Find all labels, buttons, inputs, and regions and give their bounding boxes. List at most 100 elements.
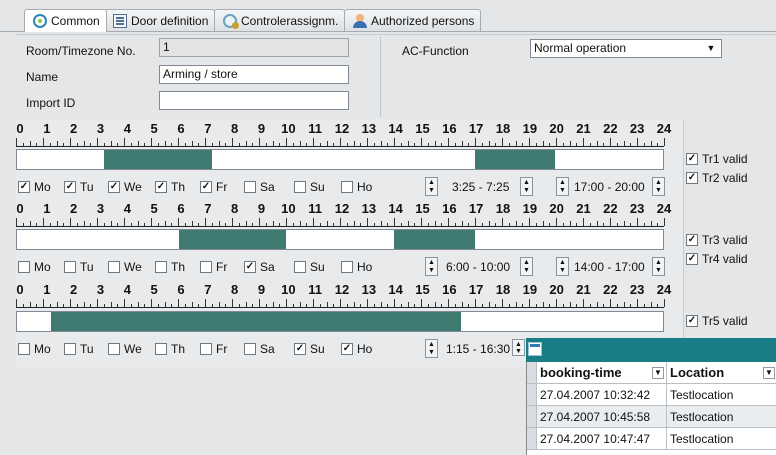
range2-end-spinner[interactable]: ▲ ▼	[652, 257, 665, 276]
day-checkbox-ho[interactable]: ✓ Ho	[341, 342, 372, 356]
checkbox-box[interactable]	[155, 261, 167, 273]
checkbox-box[interactable]	[341, 181, 353, 193]
day-checkbox-mo[interactable]: ✓ Mo	[18, 180, 51, 194]
checkbox-box[interactable]: ✓	[200, 181, 212, 193]
tab-controller-assignment[interactable]: Controlerassignm.	[214, 9, 346, 31]
table-row[interactable]: 27.04.2007 10:32:42 Testlocation	[527, 384, 776, 406]
time-bar[interactable]	[16, 229, 664, 250]
chevron-down-icon[interactable]: ▼	[652, 366, 664, 379]
row-selector-header[interactable]	[527, 362, 537, 383]
chevron-down-icon[interactable]: ▼	[704, 42, 718, 56]
day-checkbox-th[interactable]: Th	[155, 260, 185, 274]
tab-door-definition[interactable]: Door definition	[104, 9, 216, 31]
day-checkbox-su[interactable]: ✓ Su	[294, 342, 325, 356]
checkbox-box[interactable]: ✓	[155, 181, 167, 193]
checkbox-box[interactable]	[200, 261, 212, 273]
range2-start-spinner[interactable]: ▲ ▼	[556, 257, 569, 276]
day-checkbox-we[interactable]: We	[108, 342, 142, 356]
checkbox-box[interactable]	[18, 343, 30, 355]
checkbox-box[interactable]: ✓	[18, 181, 30, 193]
ruler-tick	[238, 143, 240, 146]
hour-labels: 0 1 2 3 4 5 6 7 8 9 10 11 12 13 14 15 16 17 18 19 20 21 22 23 24	[16, 121, 683, 137]
tab-authorized-persons[interactable]: Authorized persons	[344, 9, 482, 31]
range1-start-spinner[interactable]: ▲ ▼	[425, 177, 438, 196]
checkbox-box[interactable]: ✓	[686, 234, 698, 246]
checkbox-box[interactable]: ✓	[686, 172, 698, 184]
time-segment[interactable]	[178, 230, 287, 249]
row-selector[interactable]	[527, 406, 537, 427]
range1-end-spinner[interactable]: ▲ ▼	[520, 177, 533, 196]
day-checkbox-tu[interactable]: Tu	[64, 342, 94, 356]
table-row[interactable]: 27.04.2007 10:45:58 Testlocation	[527, 406, 776, 428]
checkbox-box[interactable]: ✓	[244, 261, 256, 273]
tr5-valid-checkbox[interactable]: ✓ Tr5 valid	[686, 314, 748, 328]
checkbox-box[interactable]	[244, 181, 256, 193]
tr1-valid-checkbox[interactable]: ✓ Tr1 valid	[686, 152, 748, 166]
day-checkbox-ho[interactable]: Ho	[341, 180, 372, 194]
day-checkbox-we[interactable]: ✓ We	[108, 180, 142, 194]
range2-end-spinner[interactable]: ▲ ▼	[652, 177, 665, 196]
range2-start-spinner[interactable]: ▲ ▼	[556, 177, 569, 196]
day-checkbox-su[interactable]: Su	[294, 180, 325, 194]
checkbox-box[interactable]: ✓	[686, 315, 698, 327]
row-selector[interactable]	[527, 384, 537, 405]
room-number-field[interactable]: 1	[159, 38, 349, 57]
column-header-booking-time[interactable]: booking-time ▼	[537, 362, 667, 383]
checkbox-box[interactable]: ✓	[686, 253, 698, 265]
checkbox-box[interactable]: ✓	[341, 343, 353, 355]
checkbox-box[interactable]: ✓	[686, 153, 698, 165]
row-selector[interactable]	[527, 428, 537, 449]
time-segment[interactable]	[393, 230, 475, 249]
day-checkbox-sa[interactable]: Sa	[244, 342, 275, 356]
day-checkbox-th[interactable]: Th	[155, 342, 185, 356]
day-checkbox-tu[interactable]: ✓ Tu	[64, 180, 94, 194]
import-id-field[interactable]	[159, 91, 349, 110]
day-checkbox-we[interactable]: We	[108, 260, 142, 274]
day-checkbox-fr[interactable]: ✓ Fr	[200, 180, 227, 194]
checkbox-box[interactable]	[108, 261, 120, 273]
tr3-valid-checkbox[interactable]: ✓ Tr3 valid	[686, 233, 748, 247]
range1-end-spinner[interactable]: ▲ ▼	[520, 257, 533, 276]
day-checkbox-ho[interactable]: Ho	[341, 260, 372, 274]
day-checkbox-fr[interactable]: Fr	[200, 342, 227, 356]
time-segment[interactable]	[474, 150, 556, 169]
checkbox-box[interactable]	[64, 261, 76, 273]
checkbox-box[interactable]	[294, 261, 306, 273]
range1-start-spinner[interactable]: ▲ ▼	[425, 257, 438, 276]
time-bar[interactable]	[16, 311, 664, 332]
day-checkbox-tu[interactable]: Tu	[64, 260, 94, 274]
checkbox-box[interactable]	[244, 343, 256, 355]
checkbox-box[interactable]: ✓	[108, 181, 120, 193]
day-checkbox-th[interactable]: ✓ Th	[155, 180, 185, 194]
ac-function-select[interactable]: Normal operation ▼	[530, 39, 722, 58]
checkbox-box[interactable]	[64, 343, 76, 355]
range1-end-spinner[interactable]: ▲ ▼	[512, 339, 525, 356]
checkbox-box[interactable]	[341, 261, 353, 273]
checkbox-box[interactable]	[155, 343, 167, 355]
checkbox-box[interactable]: ✓	[294, 343, 306, 355]
time-bar[interactable]	[16, 149, 664, 170]
tab-common[interactable]: Common	[24, 9, 107, 32]
range1-start-spinner[interactable]: ▲ ▼	[425, 339, 438, 358]
checkbox-box[interactable]	[108, 343, 120, 355]
checkbox-box[interactable]	[200, 343, 212, 355]
ruler-tick	[151, 218, 152, 226]
day-checkbox-mo[interactable]: Mo	[18, 342, 51, 356]
chevron-down-icon[interactable]: ▼	[763, 366, 775, 379]
day-checkbox-mo[interactable]: Mo	[18, 260, 51, 274]
table-row[interactable]: 27.04.2007 10:47:47 Testlocation	[527, 428, 776, 450]
tr2-valid-checkbox[interactable]: ✓ Tr2 valid	[686, 171, 748, 185]
day-checkbox-su[interactable]: Su	[294, 260, 325, 274]
day-checkbox-fr[interactable]: Fr	[200, 260, 227, 274]
time-segment[interactable]	[104, 150, 213, 169]
column-header-location[interactable]: Location ▼	[667, 362, 776, 383]
name-field[interactable]: Arming / store	[159, 65, 349, 84]
day-checkbox-sa[interactable]: ✓ Sa	[244, 260, 275, 274]
ruler-tick	[191, 141, 193, 146]
tr4-valid-checkbox[interactable]: ✓ Tr4 valid	[686, 252, 748, 266]
time-segment[interactable]	[50, 312, 462, 331]
checkbox-box[interactable]	[18, 261, 30, 273]
checkbox-box[interactable]: ✓	[64, 181, 76, 193]
day-checkbox-sa[interactable]: Sa	[244, 180, 275, 194]
checkbox-box[interactable]	[294, 181, 306, 193]
